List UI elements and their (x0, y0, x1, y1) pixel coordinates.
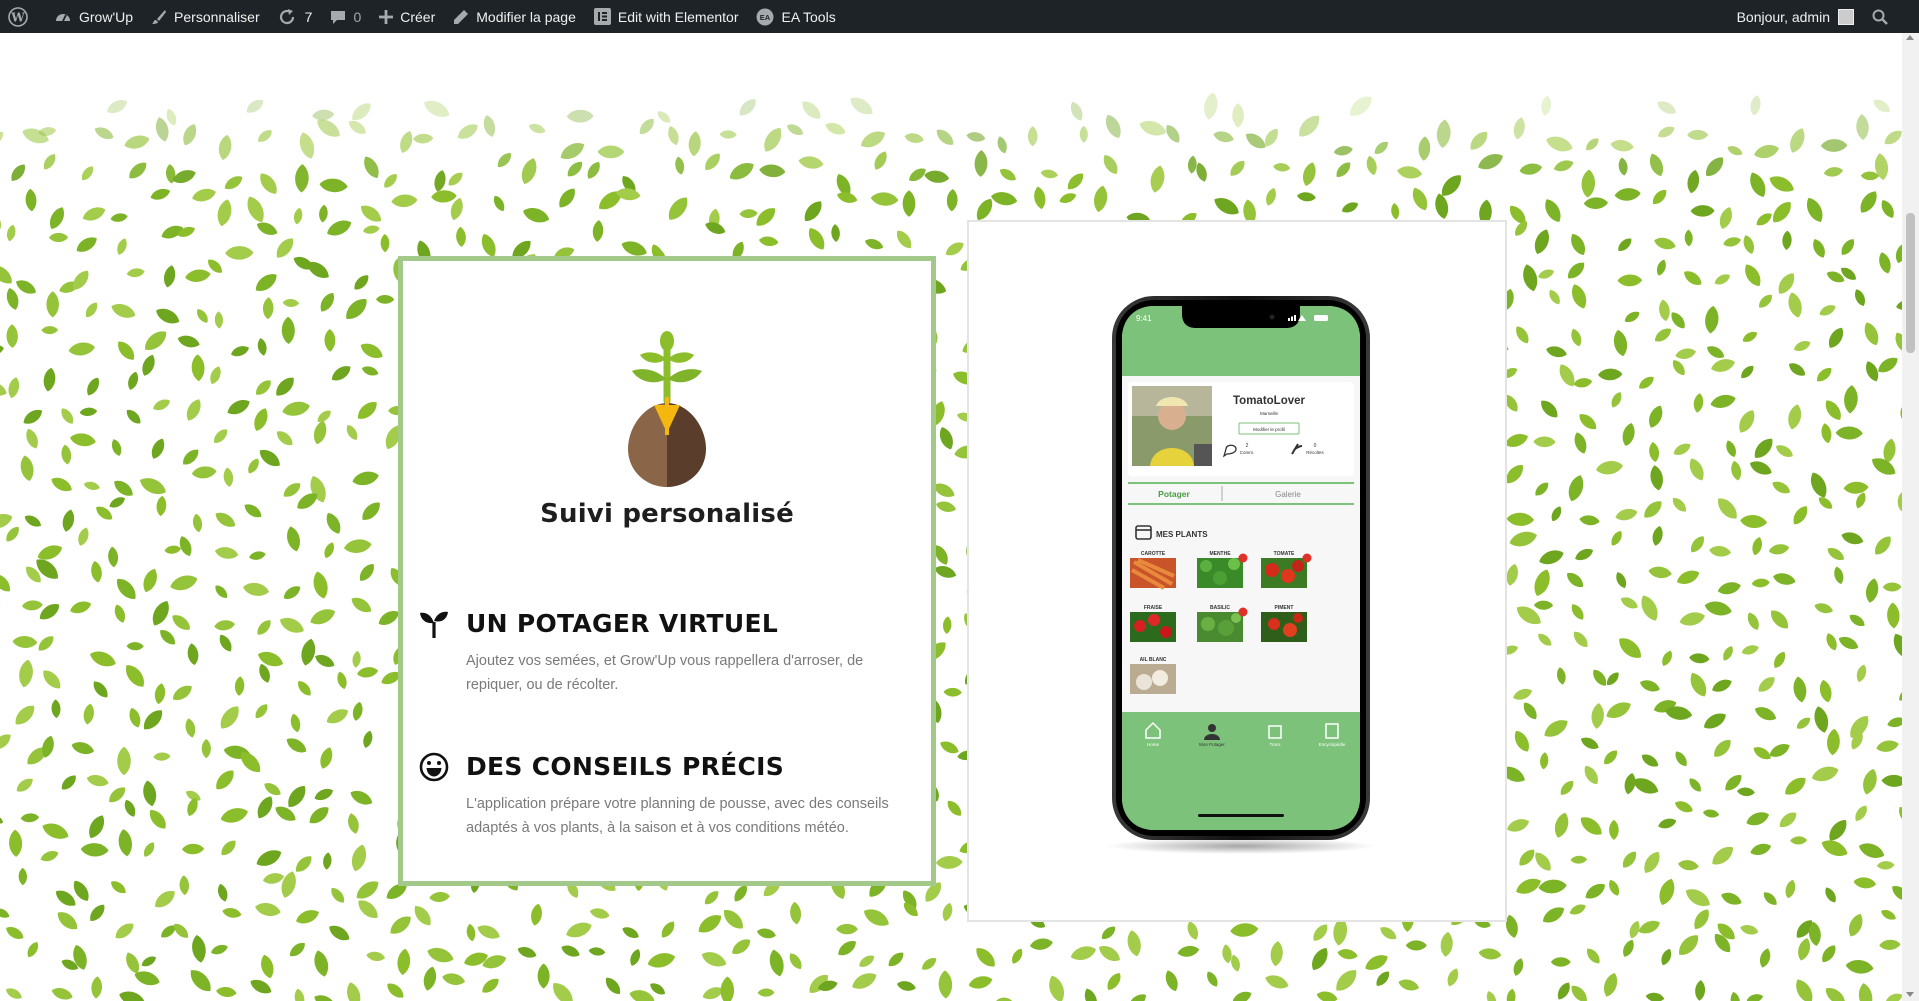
wordpress-logo-button[interactable]: W (0, 0, 45, 33)
svg-text:W: W (10, 10, 25, 24)
scroll-up-arrow-icon[interactable] (1906, 35, 1914, 40)
phone-section-title: MES PLANTS (1156, 530, 1208, 539)
updates-count: 7 (304, 8, 313, 25)
ea-tools-icon: EA (756, 8, 774, 25)
phone-mockup: 9:41 TomatoLover Marseille Modifier le p… (1106, 296, 1376, 854)
greeting-label: Bonjour, admin (1736, 8, 1830, 25)
wordpress-icon: W (8, 6, 28, 27)
phone-status-time: 9:41 (1136, 314, 1152, 323)
feature-card: Suivi personalisé UN POTAGER VIRTUEL Ajo… (398, 256, 936, 886)
comments-count: 0 (353, 8, 362, 25)
phone-plant-label: AIL BLANC (1140, 657, 1167, 663)
scrollbar-thumb[interactable] (1906, 213, 1915, 353)
card-title: Suivi personalisé (540, 499, 794, 529)
my-account-link[interactable]: Bonjour, admin (1728, 0, 1863, 33)
feature-text: Ajoutez vos semées, et Grow'Up vous rapp… (466, 653, 864, 693)
phone-stat-harvest-label: Récoltes (1306, 450, 1324, 455)
edit-with-elementor-link[interactable]: Edit with Elementor (585, 0, 748, 33)
phone-tab-potager: Potager (1158, 489, 1190, 499)
edit-page-link[interactable]: Modifier la page (444, 0, 585, 33)
site-name-label: Grow'Up (79, 8, 134, 25)
feature-text: L'application prépare votre planning de … (466, 796, 889, 836)
phone-edit-profile: Modifier le profil (1253, 427, 1285, 432)
admin-bar-left: W Grow'Up Personnaliser 7 0 Créer Modifi… (0, 0, 845, 33)
phone-plant-label: CAROTTE (1141, 551, 1166, 557)
seedling-icon (420, 611, 448, 638)
plus-icon (379, 9, 394, 24)
brush-icon (152, 9, 167, 24)
phone-nav-label: Encyclopédie (1319, 742, 1346, 747)
phone-mockup-panel: 9:41 TomatoLover Marseille Modifier le p… (967, 220, 1507, 922)
elementor-icon (593, 8, 611, 25)
smile-icon (419, 752, 449, 782)
phone-nav-label: Trocs (1269, 742, 1281, 747)
pencil-icon (454, 9, 469, 24)
elementor-label: Edit with Elementor (617, 8, 739, 25)
dashboard-icon (56, 13, 70, 21)
comment-icon (331, 10, 346, 24)
ea-tools-label: EA Tools (781, 8, 836, 25)
scroll-down-arrow-icon[interactable] (1906, 992, 1914, 997)
phone-plant-label: TOMATE (1274, 551, 1295, 557)
edit-page-label: Modifier la page (476, 8, 576, 25)
phone-plant-label: PIMENT (1275, 605, 1294, 611)
phone-nav-label: Mon Potager (1199, 742, 1225, 747)
wp-admin-bar: W Grow'Up Personnaliser 7 0 Créer Modifi… (0, 0, 1919, 33)
avatar (1838, 8, 1854, 25)
svg-text:EA: EA (760, 13, 771, 22)
phone-plant-label: MENTHE (1209, 551, 1231, 557)
updates-icon (279, 8, 294, 24)
customize-label: Personnaliser (174, 8, 260, 25)
search-icon (1872, 9, 1888, 25)
phone-stat-comments-label: Comm. (1240, 450, 1255, 455)
phone-username: TomatoLover (1233, 395, 1306, 407)
phone-plant-label: FRAISE (1144, 605, 1163, 611)
leaf-pattern-background (0, 92, 1902, 1001)
feature-heading: DES CONSEILS PRÉCIS (466, 752, 785, 781)
ea-tools-link[interactable]: EA EA Tools (747, 0, 844, 33)
new-content-label: Créer (400, 8, 436, 25)
phone-plant-label: BASILIC (1210, 605, 1230, 611)
phone-tab-galerie: Galerie (1275, 490, 1301, 499)
search-button[interactable] (1863, 0, 1919, 33)
page-scrollbar[interactable] (1902, 33, 1919, 1001)
customize-link[interactable]: Personnaliser (142, 0, 269, 33)
new-content-link[interactable]: Créer (370, 0, 444, 33)
phone-stat-harvest-value: 0 (1314, 443, 1317, 449)
site-name-link[interactable]: Grow'Up (45, 0, 142, 33)
feature-heading: UN POTAGER VIRTUEL (466, 609, 779, 638)
admin-bar-right: Bonjour, admin (1728, 0, 1919, 33)
phone-stat-comments-value: 2 (1246, 443, 1249, 449)
sprout-seed-icon (628, 331, 706, 487)
phone-nav-label: Home (1147, 742, 1160, 747)
comments-link[interactable]: 0 (321, 0, 370, 33)
phone-city: Marseille (1260, 411, 1279, 416)
updates-link[interactable]: 7 (269, 0, 322, 33)
